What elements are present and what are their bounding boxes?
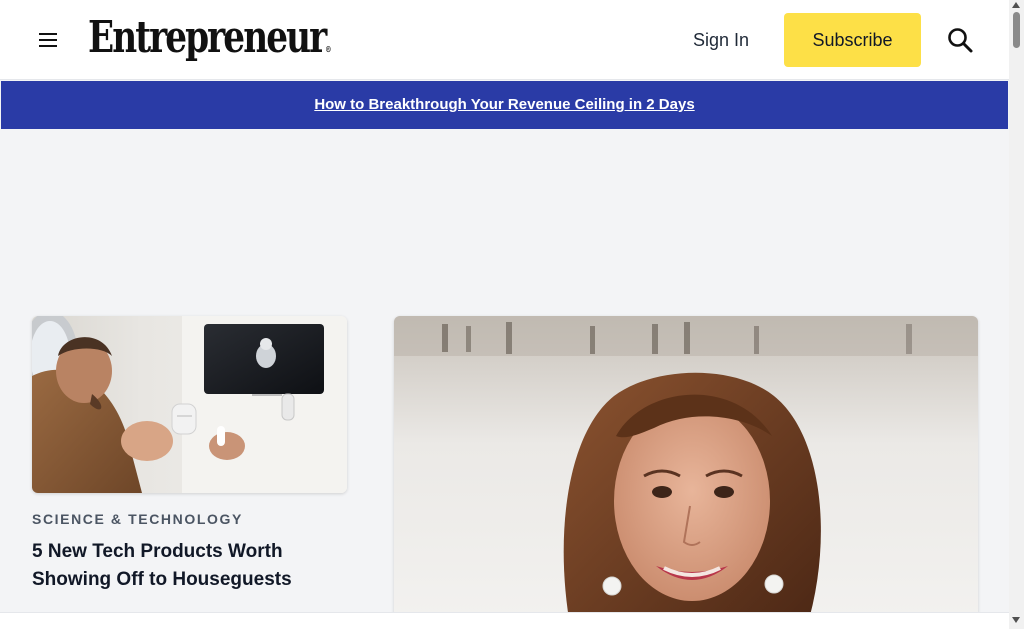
scroll-thumb[interactable] (1013, 12, 1020, 48)
article-thumbnail[interactable] (32, 316, 347, 493)
airplane-passenger-earbuds-photo (32, 316, 347, 493)
sign-in-link[interactable]: Sign In (693, 28, 749, 52)
ad-placeholder (0, 129, 1009, 289)
featured-article-image[interactable] (394, 316, 978, 629)
vertical-scrollbar[interactable] (1009, 0, 1024, 629)
article-headline[interactable]: 5 New Tech Products Worth Showing Off to… (32, 538, 347, 594)
site-logo[interactable]: Entrepreneur® (88, 12, 331, 75)
site-header: Entrepreneur® Sign In Subscribe (0, 0, 1009, 80)
smiling-woman-portrait-photo (394, 316, 978, 629)
page-viewport: Entrepreneur® Sign In Subscribe How to B… (0, 0, 1009, 629)
logo-registered-mark: ® (325, 44, 332, 54)
promo-banner-link[interactable]: How to Breakthrough Your Revenue Ceiling… (314, 96, 694, 114)
search-icon[interactable] (945, 25, 975, 55)
hamburger-menu-icon[interactable] (38, 30, 58, 50)
subscribe-button[interactable]: Subscribe (784, 13, 921, 67)
article-category[interactable]: SCIENCE & TECHNOLOGY (32, 511, 243, 527)
scroll-up-arrow-icon[interactable] (1012, 2, 1020, 8)
logo-text: Entrepreneur (88, 12, 327, 63)
bottom-edge (0, 612, 1009, 629)
scroll-down-arrow-icon[interactable] (1012, 617, 1020, 623)
promo-banner: How to Breakthrough Your Revenue Ceiling… (1, 81, 1008, 129)
